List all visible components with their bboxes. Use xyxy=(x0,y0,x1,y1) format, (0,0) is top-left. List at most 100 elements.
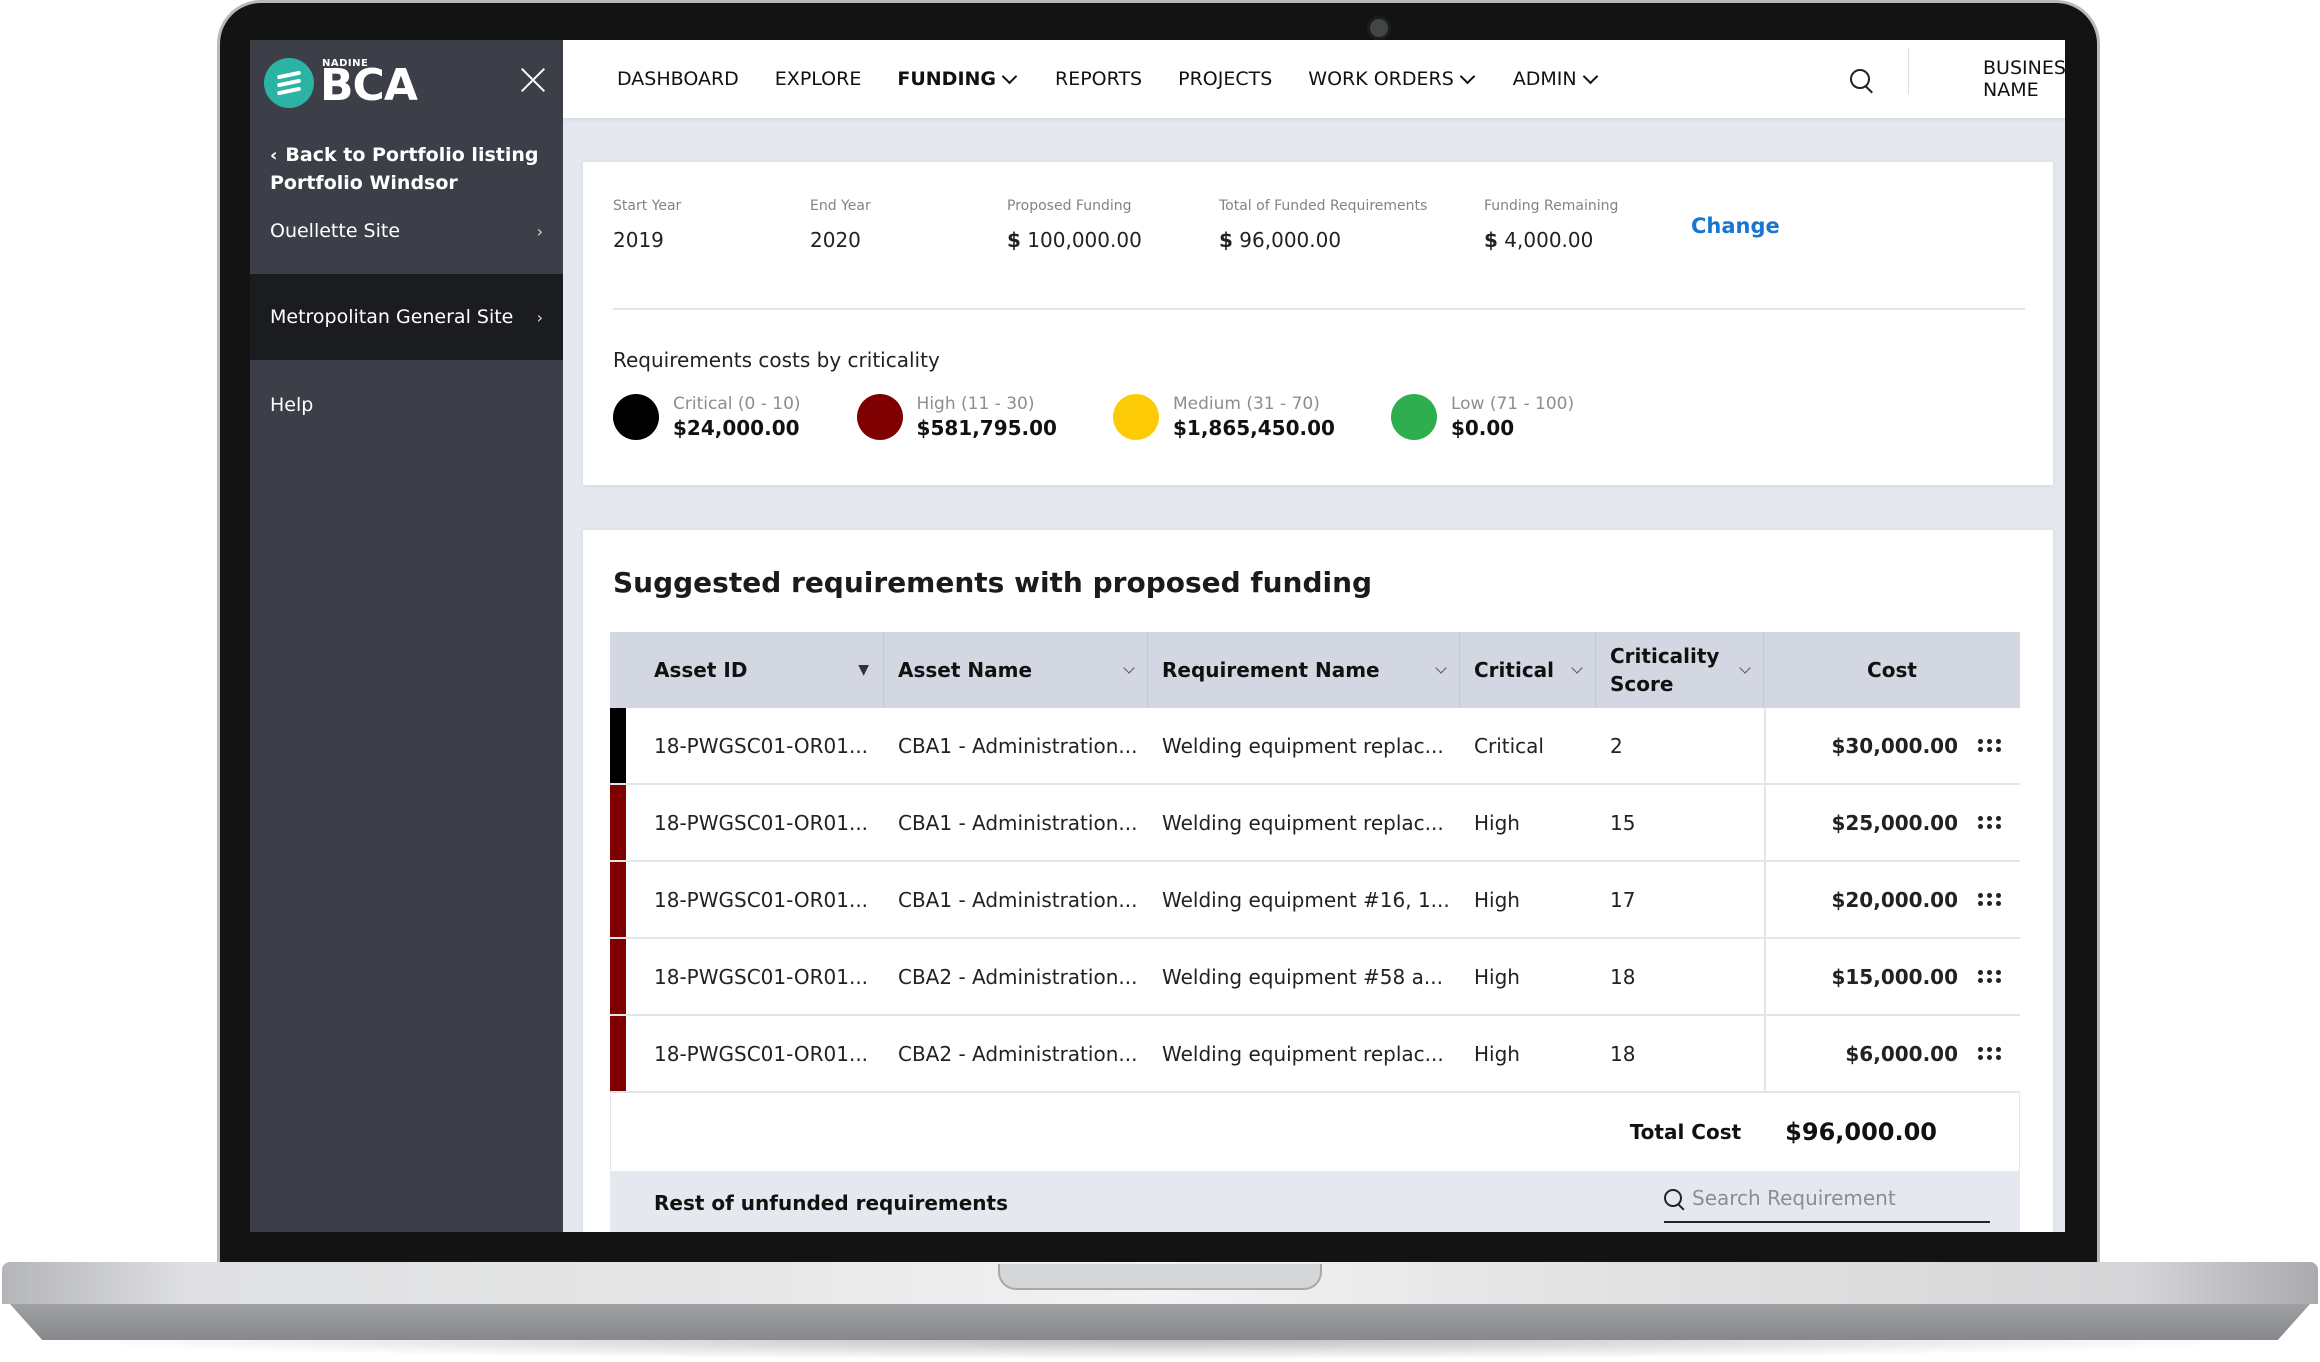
total-funded-field: Total of Funded Requirements $ 96,000.00 xyxy=(1219,198,1427,252)
table-row[interactable]: 18-PWGSC01-OR01... CBA1 - Administration… xyxy=(610,862,2020,939)
sort-desc-icon: ▼ xyxy=(858,662,869,678)
criticality-flag xyxy=(610,1016,626,1091)
chevron-down-icon xyxy=(1582,68,1598,84)
end-year-field: End Year 2020 xyxy=(810,198,871,252)
chevron-down-icon xyxy=(1571,662,1583,674)
nav-label: FUNDING xyxy=(897,68,997,90)
cell-cost: $6,000.00 xyxy=(1764,1016,1958,1091)
back-to-portfolio-link[interactable]: ‹ Back to Portfolio listing xyxy=(270,144,539,166)
nav-divider xyxy=(1908,48,1909,94)
nav-dashboard[interactable]: DASHBOARD xyxy=(617,68,739,90)
cell-critical: Critical xyxy=(1474,733,1544,758)
column-requirement-name[interactable]: Requirement Name xyxy=(1148,632,1460,708)
cell-critical: High xyxy=(1474,810,1520,835)
field-value: 2020 xyxy=(810,228,861,252)
chevron-right-icon: › xyxy=(536,221,543,241)
proposed-funding-field: Proposed Funding $ 100,000.00 xyxy=(1007,198,1142,252)
criticality-flag xyxy=(610,862,626,937)
chevron-down-icon xyxy=(1001,68,1018,84)
table-header: Asset ID ▼ Asset Name Requirement Name Cr… xyxy=(610,632,2020,708)
sidebar-item-help[interactable]: Help xyxy=(250,360,563,450)
criticality-flag xyxy=(610,785,626,860)
nav-label: DASHBOARD xyxy=(617,68,739,90)
close-sidebar-button[interactable] xyxy=(518,64,548,94)
laptop-notch xyxy=(998,1264,1322,1290)
cell-requirement-name: Welding equipment replac... xyxy=(1162,733,1444,758)
cell-cost: $15,000.00 xyxy=(1764,939,1958,1014)
criticality-medium: Medium (31 - 70) $1,865,450.00 xyxy=(1112,394,1335,440)
chevron-down-icon xyxy=(1123,662,1135,674)
cell-criticality-score: 18 xyxy=(1610,964,1636,989)
low-color-dot xyxy=(1390,394,1437,440)
nav-work-orders[interactable]: WORK ORDERS xyxy=(1308,68,1477,90)
business-name[interactable]: BUSINESS NAME xyxy=(1983,40,2065,118)
start-year-field: Start Year 2019 xyxy=(613,198,681,252)
row-drag-handle[interactable] xyxy=(1958,1016,2020,1091)
field-value: $ 96,000.00 xyxy=(1219,228,1342,252)
column-cost: Cost xyxy=(1764,632,2020,708)
sidebar: NADINE BCA ‹ Back to Portfolio listing P… xyxy=(250,40,563,1232)
cell-asset-id: 18-PWGSC01-OR01... xyxy=(654,733,869,758)
cell-criticality-score: 18 xyxy=(1610,1041,1636,1066)
main-menu: DASHBOARD EXPLORE FUNDING REPORTS PROJEC… xyxy=(617,40,1600,118)
drag-handle-icon xyxy=(1977,816,2001,829)
funding-remaining-field: Funding Remaining $ 4,000.00 xyxy=(1484,198,1618,252)
column-asset-id[interactable]: Asset ID ▼ xyxy=(610,632,884,708)
nav-projects[interactable]: PROJECTS xyxy=(1178,68,1272,90)
logo: NADINE BCA xyxy=(264,58,418,108)
cell-asset-id: 18-PWGSC01-OR01... xyxy=(654,1041,869,1066)
sidebar-item-label: Help xyxy=(270,394,314,416)
row-drag-handle[interactable] xyxy=(1958,862,2020,937)
cell-asset-id: 18-PWGSC01-OR01... xyxy=(654,964,869,989)
table-row[interactable]: 18-PWGSC01-OR01... CBA1 - Administration… xyxy=(610,708,2020,785)
nav-admin[interactable]: ADMIN xyxy=(1513,68,1600,90)
table-row[interactable]: 18-PWGSC01-OR01... CBA2 - Administration… xyxy=(610,939,2020,1016)
search-requirement-field[interactable] xyxy=(1664,1175,1990,1223)
cell-asset-name: CBA1 - Administration... xyxy=(898,810,1138,835)
column-critical[interactable]: Critical xyxy=(1460,632,1596,708)
criticality-value: $24,000.00 xyxy=(673,416,800,440)
cell-asset-name: CBA1 - Administration... xyxy=(898,733,1138,758)
drag-handle-icon xyxy=(1977,739,2001,752)
nav-reports[interactable]: REPORTS xyxy=(1055,68,1142,90)
row-drag-handle[interactable] xyxy=(1958,708,2020,783)
medium-color-dot xyxy=(1112,394,1159,440)
criticality-label: Low (71 - 100) xyxy=(1450,394,1575,414)
laptop-base xyxy=(0,1262,2320,1362)
nav-label: WORK ORDERS xyxy=(1308,68,1454,90)
field-label: Start Year xyxy=(613,198,682,214)
high-color-dot xyxy=(856,394,903,440)
sidebar-item-metropolitan-general-site[interactable]: Metropolitan General Site › xyxy=(250,274,563,360)
change-funding-link[interactable]: Change xyxy=(1691,214,1780,238)
column-criticality-score[interactable]: Criticality Score xyxy=(1596,632,1764,708)
table-body: 18-PWGSC01-OR01... CBA1 - Administration… xyxy=(610,708,2020,1093)
nav-explore[interactable]: EXPLORE xyxy=(775,68,862,90)
nav-search-button[interactable] xyxy=(1850,40,1870,118)
cell-requirement-name: Welding equipment #16, 1... xyxy=(1162,887,1450,912)
criticality-title: Requirements costs by criticality xyxy=(613,348,940,372)
cell-critical: High xyxy=(1474,1041,1520,1066)
chevron-down-icon xyxy=(1739,662,1751,674)
search-requirement-input[interactable] xyxy=(1692,1186,1972,1210)
cell-asset-name: CBA2 - Administration... xyxy=(898,1041,1138,1066)
row-drag-handle[interactable] xyxy=(1958,785,2020,860)
cell-cost: $25,000.00 xyxy=(1764,785,1958,860)
column-asset-name[interactable]: Asset Name xyxy=(884,632,1148,708)
field-label: Proposed Funding xyxy=(1007,198,1132,214)
table-row[interactable]: 18-PWGSC01-OR01... CBA2 - Administration… xyxy=(610,1016,2020,1093)
nav-funding[interactable]: FUNDING xyxy=(897,68,1019,90)
criticality-flag xyxy=(610,708,626,783)
drag-handle-icon xyxy=(1977,893,2001,906)
row-drag-handle[interactable] xyxy=(1958,939,2020,1014)
cell-requirement-name: Welding equipment replac... xyxy=(1162,810,1444,835)
unfunded-title: Rest of unfunded requirements xyxy=(654,1191,1008,1215)
total-row: Total Cost $96,000.00 xyxy=(610,1093,2020,1171)
field-label: End Year xyxy=(810,198,871,214)
funding-summary-card: Start Year 2019 End Year 2020 Proposed F… xyxy=(583,162,2053,485)
column-label: Asset Name xyxy=(898,658,1033,682)
total-cost-label: Total Cost xyxy=(1629,1120,1742,1144)
nav-label: REPORTS xyxy=(1055,68,1143,90)
app-screen: NADINE BCA ‹ Back to Portfolio listing P… xyxy=(250,40,2065,1232)
table-row[interactable]: 18-PWGSC01-OR01... CBA1 - Administration… xyxy=(610,785,2020,862)
sidebar-item-ouellette-site[interactable]: Ouellette Site › xyxy=(250,188,563,274)
